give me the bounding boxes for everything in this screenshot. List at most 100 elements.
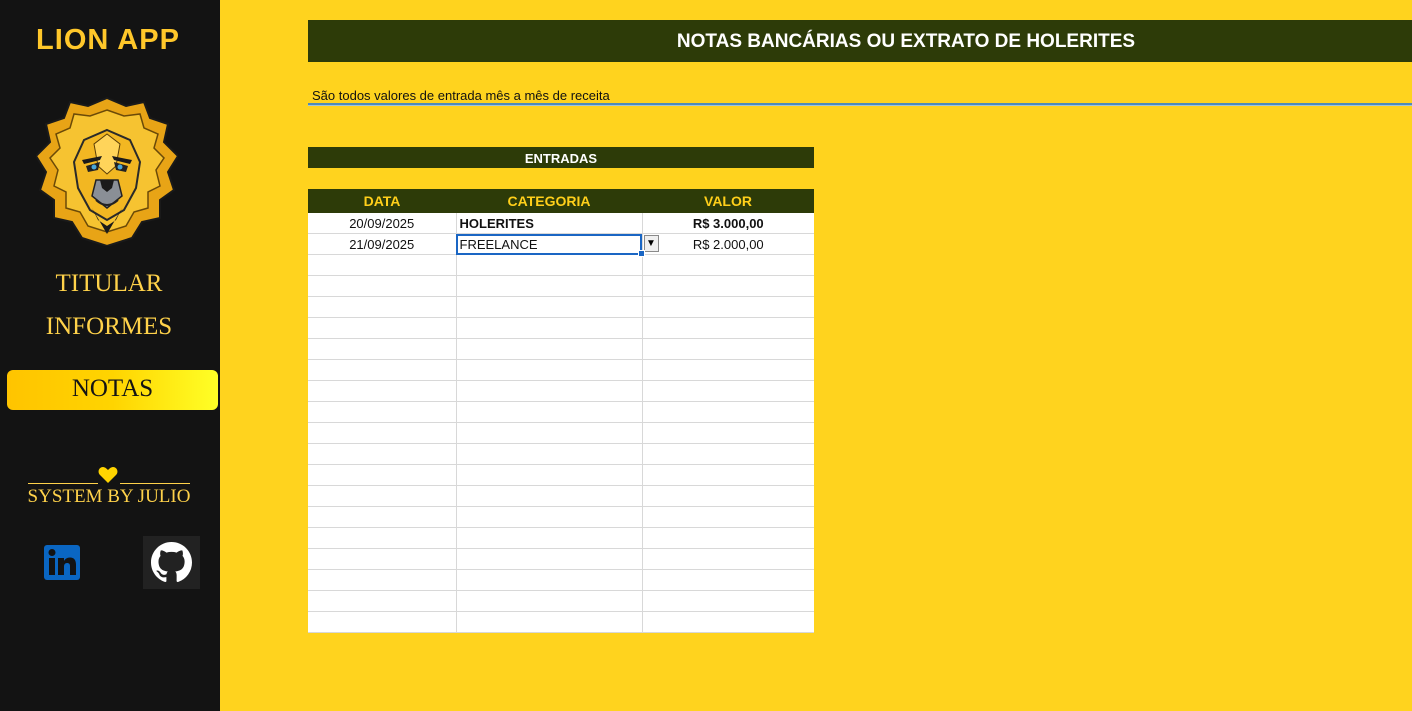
cell-categoria[interactable] [456, 296, 643, 318]
nav-item-titular[interactable]: TITULAR [0, 270, 218, 298]
cell-valor[interactable]: R$ 2.000,00 [642, 233, 814, 255]
nav-item-informes[interactable]: INFORMES [0, 313, 218, 341]
cell-categoria[interactable]: HOLERITES [456, 213, 643, 234]
table-row [308, 401, 814, 423]
cell-categoria[interactable] [456, 590, 643, 612]
cell-valor[interactable] [642, 275, 814, 297]
table-row [308, 611, 814, 633]
cell-valor[interactable] [642, 590, 814, 612]
table-row [308, 317, 814, 339]
cell-data[interactable] [308, 380, 457, 402]
divider [308, 103, 1412, 106]
cell-data[interactable] [308, 548, 457, 570]
cell-valor[interactable] [642, 611, 814, 633]
table-header-row: DATA CATEGORIA VALOR [308, 189, 814, 213]
cell-categoria[interactable] [456, 443, 643, 465]
cell-categoria[interactable] [456, 569, 643, 591]
cell-valor[interactable] [642, 296, 814, 318]
cell-data[interactable]: 20/09/2025 [308, 213, 457, 234]
table-row [308, 422, 814, 444]
nav-item-notas[interactable]: NOTAS [7, 370, 218, 410]
cell-data[interactable] [308, 296, 457, 318]
table-row [308, 569, 814, 591]
cell-categoria[interactable] [456, 548, 643, 570]
cell-data[interactable] [308, 422, 457, 444]
table-row [308, 254, 814, 276]
entries-table: DATA CATEGORIA VALOR 20/09/2025 HOLERITES… [308, 189, 814, 633]
cell-valor[interactable] [642, 548, 814, 570]
cell-valor[interactable] [642, 380, 814, 402]
table-row [308, 380, 814, 402]
cell-valor[interactable] [642, 422, 814, 444]
cell-data[interactable] [308, 527, 457, 549]
github-button[interactable] [143, 536, 200, 589]
cell-data[interactable] [308, 275, 457, 297]
cell-data[interactable] [308, 569, 457, 591]
cell-data[interactable] [308, 443, 457, 465]
column-header-data[interactable]: DATA [308, 189, 456, 213]
table-row [308, 443, 814, 465]
cell-valor[interactable] [642, 485, 814, 507]
cell-valor[interactable] [642, 254, 814, 276]
table-row [308, 275, 814, 297]
cell-valor[interactable]: R$ 3.000,00 [642, 213, 814, 234]
cell-categoria[interactable] [456, 275, 643, 297]
table-row [308, 296, 814, 318]
heart-icon [98, 467, 118, 483]
cell-valor[interactable] [642, 569, 814, 591]
linkedin-icon[interactable] [44, 545, 80, 580]
subtitle: São todos valores de entrada mês a mês d… [312, 88, 610, 103]
cell-data[interactable] [308, 317, 457, 339]
table-row [308, 506, 814, 528]
cell-valor[interactable] [642, 338, 814, 360]
cell-valor[interactable] [642, 527, 814, 549]
credit-text: SYSTEM BY JULIO [27, 486, 191, 507]
cell-data[interactable] [308, 485, 457, 507]
app-title: LION APP [36, 24, 180, 56]
table-row [308, 485, 814, 507]
cell-valor[interactable] [642, 506, 814, 528]
table-row: 21/09/2025 FREELANCE ▼ R$ 2.000,00 [308, 233, 814, 257]
cell-valor[interactable] [642, 401, 814, 423]
cell-data[interactable] [308, 338, 457, 360]
cell-data[interactable] [308, 464, 457, 486]
cell-data[interactable] [308, 401, 457, 423]
cell-categoria[interactable] [456, 254, 643, 276]
cell-categoria[interactable] [456, 506, 643, 528]
cell-categoria[interactable] [456, 317, 643, 339]
column-header-categoria[interactable]: CATEGORIA [456, 189, 642, 213]
table-row: 20/09/2025 HOLERITES R$ 3.000,00 [308, 213, 814, 234]
table-row [308, 527, 814, 549]
cell-categoria[interactable] [456, 611, 643, 633]
divider [120, 483, 190, 484]
section-title-entradas: ENTRADAS [308, 147, 814, 168]
cell-data[interactable] [308, 590, 457, 612]
table-row [308, 359, 814, 381]
cell-data[interactable] [308, 254, 457, 276]
cell-valor[interactable] [642, 443, 814, 465]
cell-data[interactable]: 21/09/2025 [308, 233, 457, 255]
cell-categoria[interactable] [456, 485, 643, 507]
cell-data[interactable] [308, 359, 457, 381]
lion-logo-icon [36, 96, 178, 246]
column-header-valor[interactable]: VALOR [642, 189, 814, 213]
table-row [308, 548, 814, 570]
cell-categoria[interactable] [456, 380, 643, 402]
cell-categoria[interactable] [456, 338, 643, 360]
table-row [308, 590, 814, 612]
page-title: NOTAS BANCÁRIAS OU EXTRATO DE HOLERITES [308, 20, 1412, 62]
cell-categoria[interactable] [456, 359, 643, 381]
table-row [308, 338, 814, 360]
cell-categoria[interactable] [456, 401, 643, 423]
divider [28, 483, 98, 484]
sidebar: LION APP TITULAR INFORMES NOTAS SYSTEM B… [0, 0, 220, 711]
cell-categoria[interactable]: FREELANCE ▼ [456, 233, 659, 257]
cell-valor[interactable] [642, 464, 814, 486]
cell-data[interactable] [308, 506, 457, 528]
cell-categoria[interactable] [456, 422, 643, 444]
cell-data[interactable] [308, 611, 457, 633]
cell-valor[interactable] [642, 317, 814, 339]
cell-categoria[interactable] [456, 527, 643, 549]
cell-categoria[interactable] [456, 464, 643, 486]
cell-valor[interactable] [642, 359, 814, 381]
